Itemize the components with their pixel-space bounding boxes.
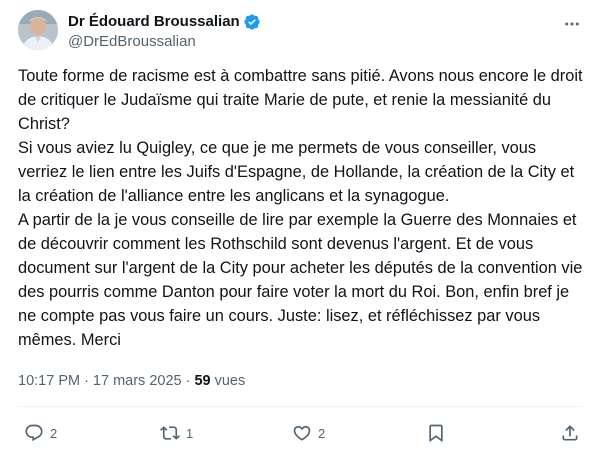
avatar[interactable] <box>18 10 58 50</box>
avatar-photo <box>18 10 58 50</box>
reply-count: 2 <box>50 425 58 441</box>
repost-button[interactable]: 1 <box>160 418 193 448</box>
more-options-button[interactable] <box>562 14 582 34</box>
tweet: Dr Édouard Broussalian @DrEdBroussalian … <box>0 0 600 463</box>
like-count: 2 <box>318 425 326 441</box>
share-icon <box>562 425 578 441</box>
author-display-name[interactable]: Dr Édouard Broussalian <box>68 12 240 32</box>
repost-count: 1 <box>186 425 194 441</box>
tweet-meta: 10:17 PM · 17 mars 2025 · 59 vues <box>18 370 245 392</box>
like-button[interactable]: 2 <box>292 418 325 448</box>
bookmark-icon <box>429 424 443 443</box>
author-name-row: Dr Édouard Broussalian <box>68 12 261 32</box>
more-horizontal-icon <box>565 22 579 26</box>
tweet-date[interactable]: 17 mars 2025 <box>93 370 182 392</box>
action-bar: 2 1 2 <box>0 418 600 448</box>
share-button[interactable] <box>560 418 580 448</box>
views-count: 59 <box>194 373 211 389</box>
divider <box>18 406 582 407</box>
reply-button[interactable]: 2 <box>24 418 57 448</box>
heart-icon <box>293 425 311 441</box>
meta-separator-2: · <box>185 373 191 389</box>
bookmark-button[interactable] <box>426 418 446 448</box>
meta-separator: · <box>84 373 89 389</box>
verified-badge-icon <box>243 13 261 31</box>
tweet-time[interactable]: 10:17 PM <box>18 370 80 392</box>
reply-icon <box>25 424 43 442</box>
repost-icon <box>160 426 180 440</box>
author-handle[interactable]: @DrEdBroussalian <box>68 32 196 52</box>
tweet-text: Toute forme de racisme est à combattre s… <box>18 67 583 349</box>
views-label: vues <box>214 373 246 389</box>
